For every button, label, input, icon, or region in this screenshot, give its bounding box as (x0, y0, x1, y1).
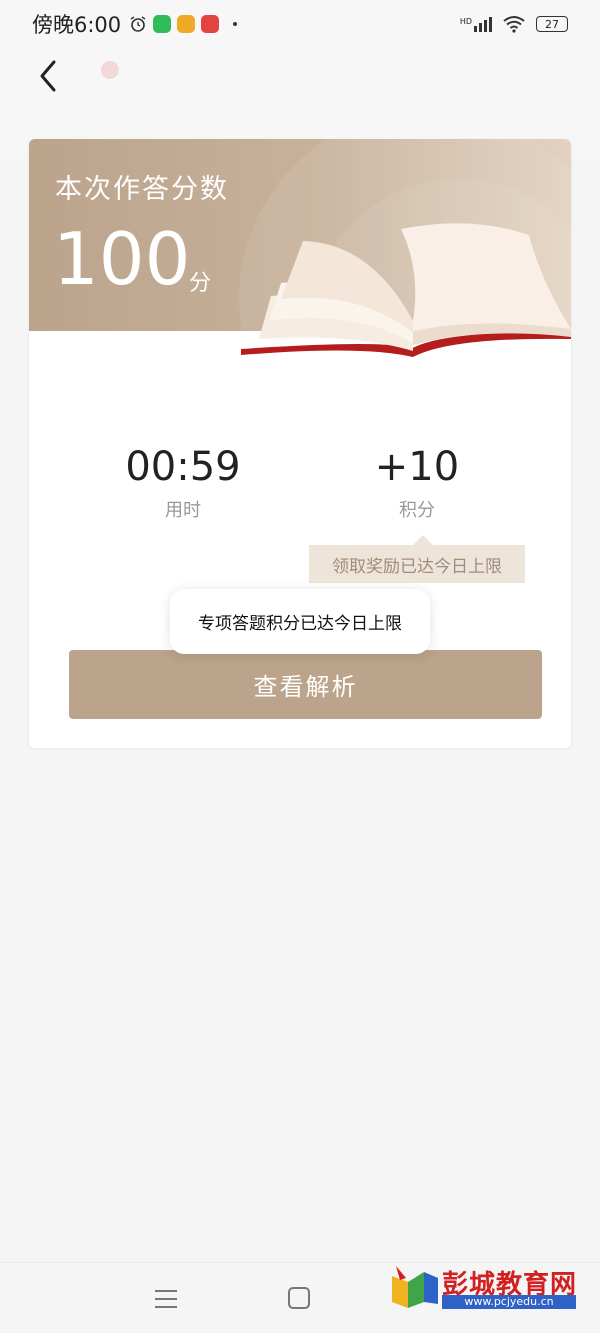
time-used-stat: 00:59 用时 (83, 444, 283, 522)
score-unit: 分 (189, 271, 212, 296)
points-value: +10 (374, 444, 460, 490)
reward-limit-tip: 领取奖励已达今日上限 (309, 535, 525, 583)
watermark-logo-icon (392, 1266, 438, 1308)
home-button[interactable] (288, 1287, 310, 1309)
battery-icon: 27 (536, 16, 568, 32)
watermark: 彭城教育网 www.pcjyedu.cn (390, 1262, 590, 1312)
signal-icon: HD (459, 16, 492, 32)
points-stat: +10 积分 (317, 444, 517, 522)
time-used-label: 用时 (165, 500, 201, 521)
wifi-icon (503, 16, 525, 33)
wechat-app-icon (153, 15, 172, 33)
alarm-icon (130, 16, 146, 32)
result-card: 本次作答分数 100 分 00:59 用时 +10 积分 领取奖励已达今日上限 … (29, 139, 571, 748)
notification-icons (129, 15, 238, 33)
menu-icon[interactable] (152, 1287, 180, 1311)
study-app-icon (201, 15, 220, 33)
score-value: 100 (53, 217, 191, 301)
view-analysis-button[interactable]: 查看解析 (69, 650, 542, 719)
open-book-icon (241, 223, 571, 357)
notes-app-icon (177, 15, 196, 33)
status-right: HD 27 (460, 15, 568, 33)
more-notifications-dot (233, 22, 238, 26)
battery-level: 27 (545, 17, 559, 31)
time-used-value: 00:59 (125, 444, 241, 490)
decorative-cloud-icon (101, 61, 119, 79)
watermark-url: www.pcjyedu.cn (442, 1295, 576, 1309)
status-time: 傍晚6:00 (32, 13, 122, 37)
limit-toast: 专项答题积分已达今日上限 (170, 589, 430, 654)
score-title: 本次作答分数 (55, 174, 229, 205)
chevron-left-icon (40, 60, 56, 92)
status-bar: 傍晚6:00 HD 27 (0, 0, 600, 48)
back-button[interactable] (30, 58, 66, 94)
points-label: 积分 (399, 500, 435, 521)
hd-label: HD (459, 16, 472, 26)
